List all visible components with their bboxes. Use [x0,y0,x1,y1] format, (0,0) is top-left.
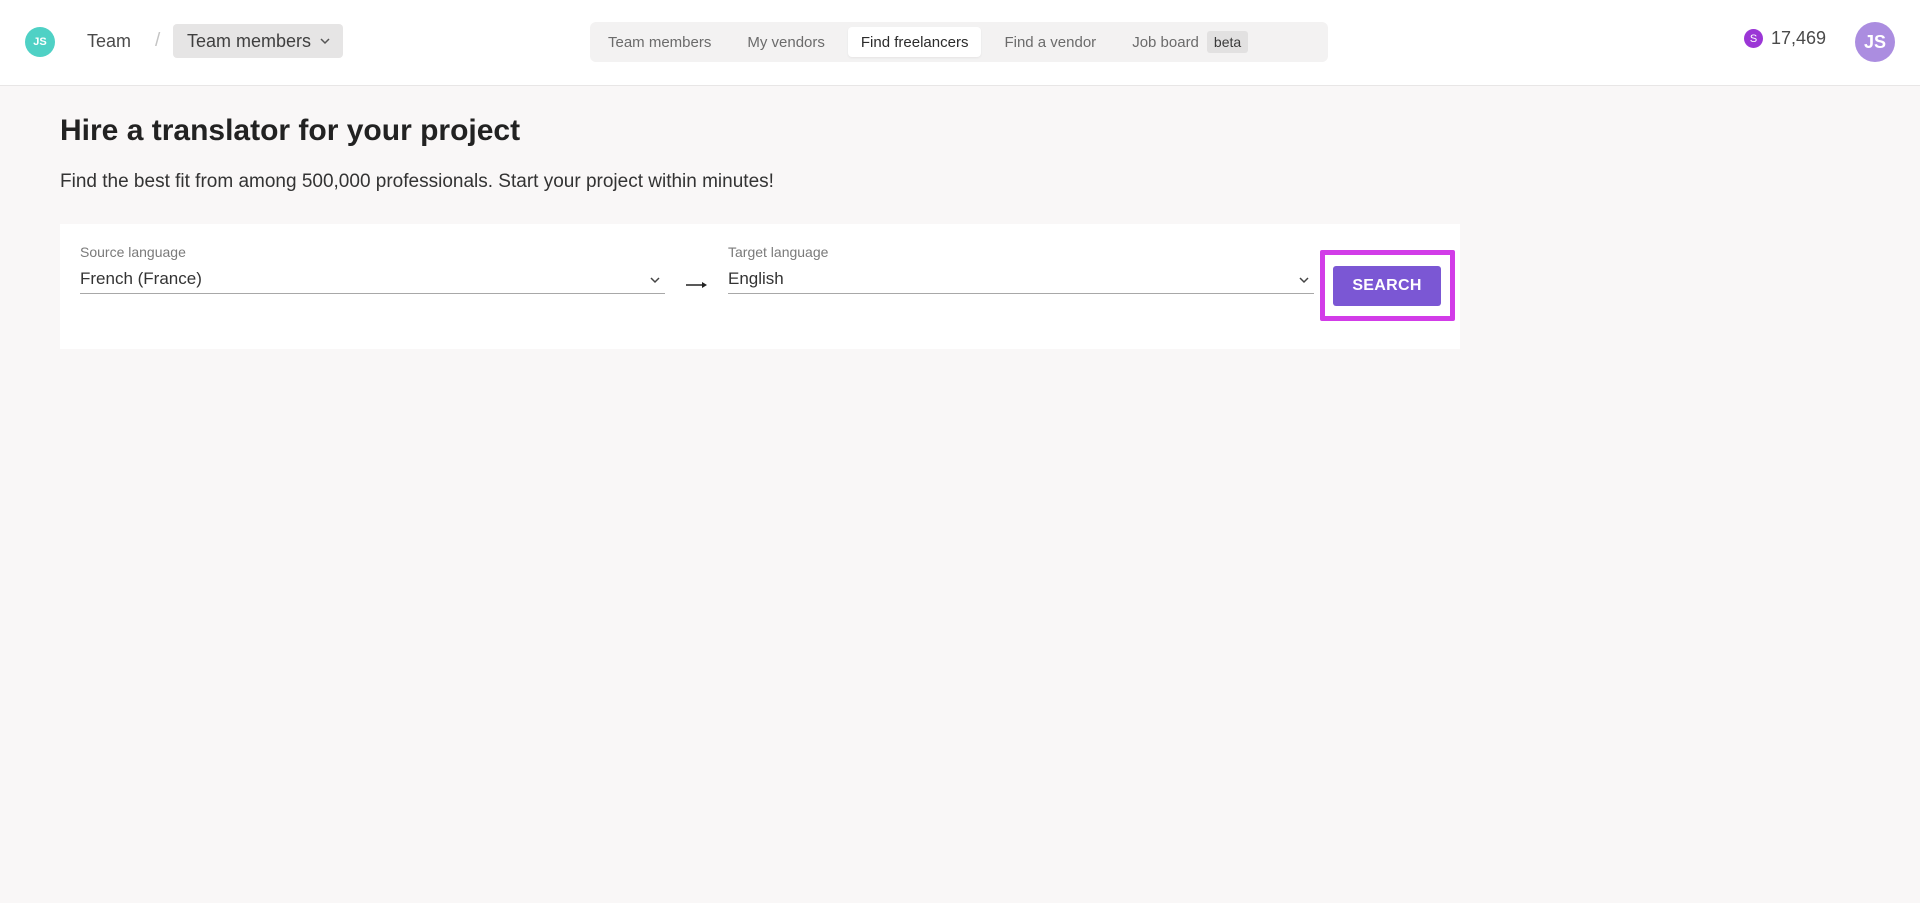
credits-amount: 17,469 [1771,28,1827,48]
search-button[interactable]: SEARCH [1333,266,1441,306]
tab-job-board[interactable]: Job board beta [1119,27,1261,57]
team-logo-initials: JS [33,36,47,48]
arrow-right-icon [686,282,707,288]
tab-label: Find freelancers [860,33,969,51]
tab-label: Find a vendor [1004,33,1097,51]
tab-find-freelancers[interactable]: Find freelancers [847,27,982,57]
top-header: JS Team / Team members Team members My v… [0,0,1920,86]
target-language-label: Target language [728,244,829,260]
tab-label: Job board [1132,33,1199,51]
tab-label: My vendors [747,33,825,51]
user-avatar[interactable]: JS [1855,22,1895,62]
target-language-value: English [728,269,784,288]
breadcrumb-current-label: Team members [187,30,312,51]
team-logo[interactable]: JS [25,27,55,57]
breadcrumb-team-link[interactable]: Team [87,31,131,52]
chevron-down-icon [320,38,330,45]
tab-team-members[interactable]: Team members [595,27,724,57]
chevron-down-icon [1299,277,1309,284]
translator-search-card: Source language French (France) Target l… [60,224,1460,349]
credits-balance[interactable]: S 17,469 [1744,28,1826,49]
target-language-select[interactable]: Target language English [728,244,1314,294]
breadcrumb-separator: / [155,30,161,51]
source-language-value: French (France) [80,269,202,288]
page-subtitle: Find the best fit from among 500,000 pro… [60,171,774,192]
chevron-down-icon [650,277,660,284]
main-tabs: Team members My vendors Find freelancers… [590,22,1328,62]
tab-label: Team members [608,33,712,51]
breadcrumb-team-members-dropdown[interactable]: Team members [173,24,344,58]
tab-my-vendors[interactable]: My vendors [734,27,838,57]
beta-badge: beta [1206,31,1249,53]
page-title: Hire a translator for your project [60,114,521,147]
avatar-initials: JS [1863,31,1887,52]
source-language-label: Source language [80,244,186,260]
source-language-select[interactable]: Source language French (France) [80,244,665,294]
coin-icon: S [1744,29,1763,48]
tab-find-a-vendor[interactable]: Find a vendor [991,27,1109,57]
